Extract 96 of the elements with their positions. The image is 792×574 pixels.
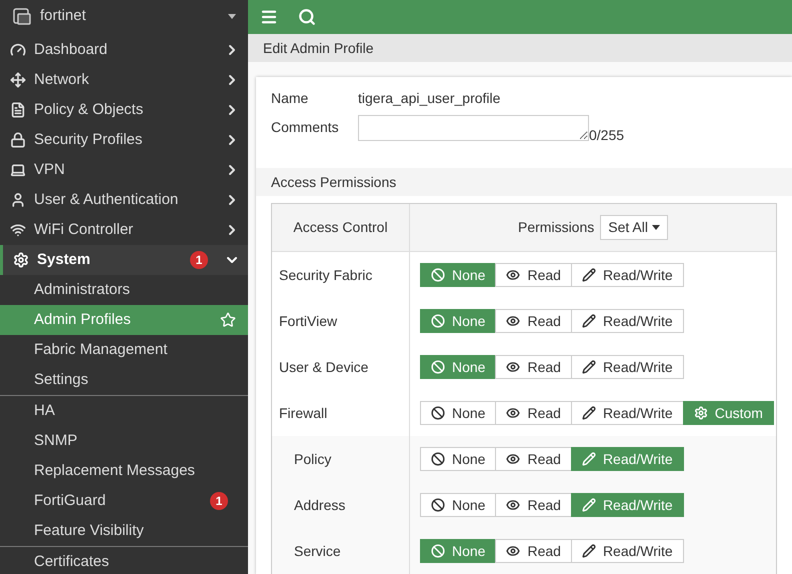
move-arrows-icon [10, 72, 26, 88]
field-label: Name [271, 88, 310, 108]
sidebar-subitem[interactable]: FortiGuard 1 [0, 486, 248, 516]
access-control-label: User & Device [279, 358, 368, 376]
permission-button[interactable]: None [420, 493, 496, 517]
permission-button[interactable]: Read/Write [570, 447, 684, 471]
notification-badge: 1 [190, 251, 208, 269]
wifi-icon [10, 222, 26, 238]
sidebar-item[interactable]: Policy & Objects [0, 95, 248, 125]
column-header: Permissions [518, 218, 594, 237]
lock-icon [10, 132, 26, 148]
permission-button[interactable]: Read/Write [570, 539, 684, 563]
permission-button[interactable]: Read [495, 493, 572, 517]
gear-icon [13, 252, 29, 268]
laptop-icon [10, 162, 26, 178]
comments-field[interactable] [358, 115, 589, 141]
permission-button[interactable]: Read [495, 263, 572, 287]
pencil-icon [582, 452, 596, 466]
menu-icon[interactable] [260, 8, 278, 26]
permission-button[interactable]: Read/Write [570, 493, 684, 517]
logo-icon [12, 6, 32, 26]
gauge-icon [10, 42, 26, 58]
permission-button[interactable]: Read [495, 309, 572, 333]
pencil-icon [582, 406, 596, 420]
sidebar-subitem[interactable]: Settings [0, 365, 248, 395]
sidebar-item[interactable]: WiFi Controller [0, 215, 248, 245]
eye-icon [506, 360, 520, 374]
ban-icon [431, 360, 445, 374]
access-control-label: Policy [294, 450, 332, 469]
access-control-label: Security Fabric [279, 266, 372, 285]
pencil-icon [582, 544, 596, 558]
ban-icon [431, 268, 445, 282]
eye-icon [506, 544, 520, 558]
pencil-icon [582, 498, 596, 512]
sidebar-subitem[interactable]: SNMP [0, 426, 248, 456]
caret-icon [228, 14, 236, 19]
sidebar-item[interactable]: VPN [0, 155, 248, 185]
access-control-label: Service [294, 542, 341, 560]
permission-button[interactable]: Custom [682, 401, 774, 425]
sidebar-item[interactable]: User & Authentication [0, 185, 248, 215]
document-icon [10, 102, 26, 118]
name-value: tigera_api_user_profile [358, 88, 500, 108]
eye-icon [506, 314, 520, 328]
ban-icon [431, 314, 445, 328]
permission-button[interactable]: None [420, 447, 496, 471]
permission-button[interactable]: Read/Write [570, 401, 684, 425]
user-icon [10, 192, 26, 208]
ban-icon [431, 498, 445, 512]
sidebar-item[interactable]: Network [0, 65, 248, 95]
sidebar-item[interactable]: System 1 [0, 245, 248, 275]
pencil-icon [582, 314, 596, 328]
character-counter: 0/255 [589, 126, 624, 145]
set-all-dropdown[interactable]: Set All [600, 215, 668, 240]
sidebar-subitem[interactable]: HA [0, 396, 248, 426]
permission-button[interactable]: None [420, 401, 496, 425]
permission-button[interactable]: None [420, 309, 496, 333]
pencil-icon [582, 268, 596, 282]
permission-button[interactable]: Read/Write [570, 263, 684, 287]
eye-icon [506, 406, 520, 420]
sidebar-subitem[interactable]: Replacement Messages [0, 456, 248, 486]
access-control-label: Firewall [279, 404, 328, 422]
permission-button[interactable]: Read [495, 539, 572, 563]
ban-icon [431, 544, 445, 558]
notification-badge: 1 [210, 492, 228, 510]
sidebar-item[interactable]: Security Profiles [0, 125, 248, 155]
sidebar-subitem[interactable]: Admin Profiles [0, 305, 248, 335]
section-title: Access Permissions [271, 172, 396, 192]
pencil-icon [582, 360, 596, 374]
star-icon[interactable] [220, 312, 236, 328]
eye-icon [506, 268, 520, 282]
ban-icon [431, 406, 445, 420]
access-control-label: FortiView [279, 312, 338, 330]
field-label: Comments [271, 118, 340, 137]
gear-icon [694, 406, 708, 420]
permission-button[interactable]: Read [495, 447, 572, 471]
eye-icon [506, 498, 520, 512]
search-icon[interactable] [298, 8, 316, 26]
sidebar-subitem[interactable]: Administrators [0, 275, 248, 305]
permission-button[interactable]: Read [495, 355, 572, 379]
access-control-label: Address [294, 496, 346, 514]
ban-icon [431, 452, 445, 466]
sidebar-subitem[interactable]: Feature Visibility [0, 516, 248, 546]
sidebar-item[interactable]: Dashboard [0, 35, 248, 65]
column-header: Access Control [293, 218, 388, 237]
permission-button[interactable]: None [420, 539, 496, 563]
caret-icon [652, 225, 660, 230]
permission-button[interactable]: Read/Write [570, 309, 684, 333]
sidebar-subitem[interactable]: Fabric Management [0, 335, 248, 365]
permission-button[interactable]: None [420, 263, 496, 287]
eye-icon [506, 452, 520, 466]
permission-button[interactable]: None [420, 355, 496, 379]
permission-button[interactable]: Read/Write [570, 355, 684, 379]
sidebar-subitem[interactable]: Certificates [0, 547, 248, 574]
brand-name: fortinet [40, 6, 87, 26]
permission-button[interactable]: Read [495, 401, 572, 425]
page-title: Edit Admin Profile [263, 38, 374, 58]
